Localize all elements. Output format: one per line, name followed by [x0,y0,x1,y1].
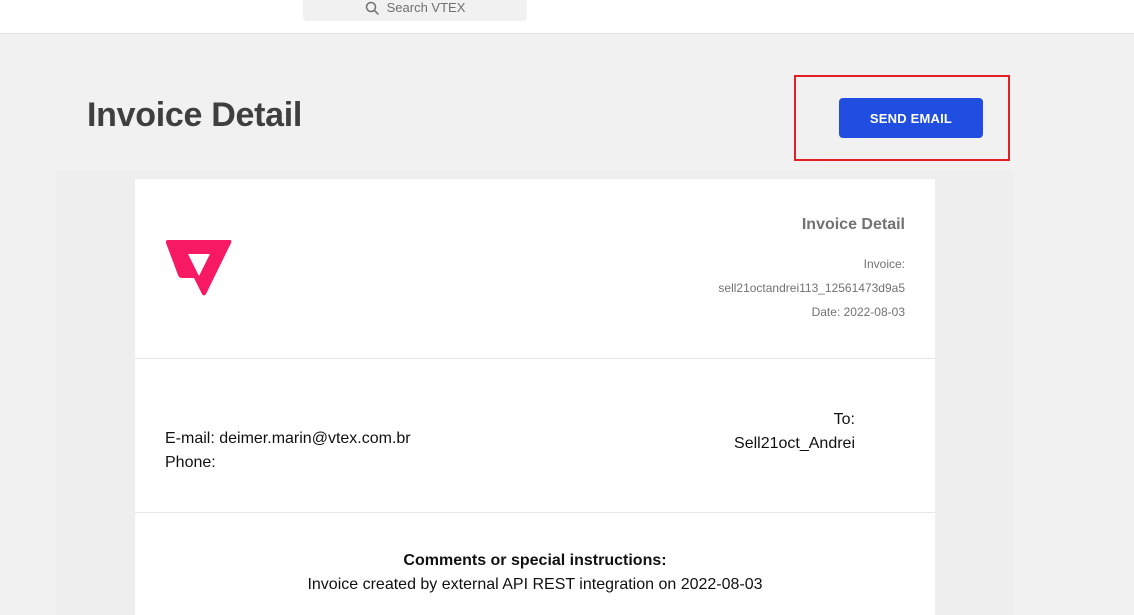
search-placeholder: Search VTEX [386,0,466,15]
top-bar: Search VTEX [0,0,1134,34]
comments-title: Comments or special instructions: [403,552,667,569]
vtex-logo [166,240,232,296]
invoice-header: Invoice Detail Invoice: sell21octandrei1… [135,179,935,359]
search-icon [365,1,379,15]
sender-phone: Phone: [165,454,216,471]
send-email-button[interactable]: SEND EMAIL [839,98,983,138]
invoice-date: Date: 2022-08-03 [811,305,905,319]
invoice-number: sell21octandrei113_12561473d9a5 [718,281,905,295]
search-input[interactable]: Search VTEX [303,0,527,21]
sender-email: E-mail: deimer.marin@vtex.com.br [165,430,411,447]
invoice-label: Invoice: [863,257,905,271]
invoice-contact-section: E-mail: deimer.marin@vtex.com.br Phone: … [135,359,935,513]
invoice-document: Invoice Detail Invoice: sell21octandrei1… [135,179,935,615]
invoice-title: Invoice Detail [801,216,905,233]
recipient-name: Sell21oct_Andrei [734,435,855,452]
page-title: Invoice Detail [87,96,302,134]
comments-text: Invoice created by external API REST int… [307,576,763,593]
recipient-label: To: [833,411,855,428]
invoice-comments-section: Comments or special instructions: Invoic… [135,513,935,615]
